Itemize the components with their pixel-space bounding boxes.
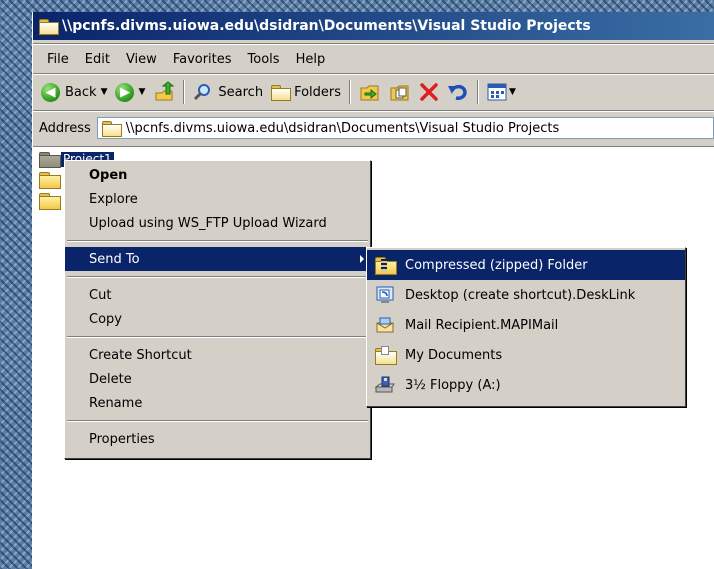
folder-icon[interactable]: [39, 172, 61, 189]
delete-button[interactable]: [415, 79, 443, 105]
address-label: Address: [39, 120, 91, 136]
move-to-button[interactable]: [355, 79, 385, 105]
menu-separator: [67, 240, 368, 242]
views-grid-icon: [487, 83, 507, 101]
menu-item-delete[interactable]: Delete: [65, 367, 370, 391]
zip-folder-icon: [375, 256, 397, 275]
menu-view[interactable]: View: [118, 52, 165, 67]
menu-item-create-shortcut[interactable]: Create Shortcut: [65, 343, 370, 367]
menu-bar: File Edit View Favorites Tools Help: [33, 46, 714, 72]
back-button[interactable]: ◀ Back ▼: [37, 79, 111, 105]
menu-tools[interactable]: Tools: [240, 52, 288, 67]
up-folder-icon: [155, 81, 175, 101]
sendto-floppy[interactable]: 3½ Floppy (A:): [367, 370, 685, 400]
menu-item-properties[interactable]: Properties: [65, 427, 370, 451]
delete-x-icon: [420, 83, 438, 101]
my-documents-folder-icon: [375, 346, 397, 365]
sendto-label: Compressed (zipped) Folder: [405, 257, 588, 273]
menu-item-copy[interactable]: Copy: [65, 307, 370, 331]
search-button[interactable]: Search: [189, 79, 267, 105]
forward-dropdown-icon[interactable]: ▼: [138, 87, 145, 97]
menu-item-upload-ws-ftp[interactable]: Upload using WS_FTP Upload Wizard: [65, 211, 370, 235]
folder-icon[interactable]: [39, 193, 61, 210]
menu-item-explore[interactable]: Explore: [65, 187, 370, 211]
menu-help[interactable]: Help: [288, 52, 334, 67]
address-input[interactable]: \\pcnfs.divms.uiowa.edu\dsidran\Document…: [96, 117, 714, 139]
address-value: \\pcnfs.divms.uiowa.edu\dsidran\Document…: [125, 120, 560, 136]
send-to-label: Send To: [89, 251, 140, 267]
desktop-shortcut-icon: [375, 286, 395, 304]
menubar-divider: [33, 43, 714, 45]
mail-envelope-icon: [375, 316, 395, 334]
sendto-label: Mail Recipient.MAPIMail: [405, 317, 559, 333]
sendto-label: Desktop (create shortcut).DeskLink: [405, 287, 636, 303]
submenu-arrow-icon: [360, 255, 364, 263]
menu-favorites[interactable]: Favorites: [165, 52, 240, 67]
undo-icon: [448, 84, 467, 100]
forward-button[interactable]: ▶ ▼: [111, 79, 149, 105]
menu-edit[interactable]: Edit: [77, 52, 118, 67]
up-folder-button[interactable]: [149, 79, 179, 105]
context-menu: Open Explore Upload using WS_FTP Upload …: [64, 160, 371, 459]
sendto-label: 3½ Floppy (A:): [405, 377, 501, 393]
search-icon: [194, 84, 211, 101]
toolbar-separator: [183, 80, 186, 104]
folders-button[interactable]: Folders: [267, 79, 345, 105]
toolbar-divider: [33, 73, 714, 75]
folders-icon: [271, 85, 292, 101]
forward-arrow-icon: ▶: [115, 82, 135, 102]
views-dropdown-icon[interactable]: ▼: [509, 87, 516, 97]
sendto-mail-recipient[interactable]: Mail Recipient.MAPIMail: [367, 310, 685, 340]
toolbar-separator: [477, 80, 480, 104]
folder-open-icon: [101, 121, 122, 137]
folder-open-icon: [39, 19, 59, 35]
move-to-icon: [360, 85, 379, 101]
folders-label: Folders: [294, 84, 342, 100]
send-to-submenu: Compressed (zipped) Folder Desktop (crea…: [366, 247, 686, 407]
back-label: Back: [65, 84, 97, 100]
menu-item-send-to[interactable]: Send To: [65, 247, 370, 271]
menu-item-rename[interactable]: Rename: [65, 391, 370, 415]
address-divider: [33, 110, 714, 112]
address-bar: Address \\pcnfs.divms.uiowa.edu\dsidran\…: [33, 114, 714, 142]
menu-separator: [67, 336, 368, 338]
back-dropdown-icon[interactable]: ▼: [101, 87, 108, 97]
sendto-label: My Documents: [405, 347, 503, 363]
undo-button[interactable]: [443, 79, 473, 105]
folder-icon: [39, 151, 61, 169]
sendto-compressed-folder[interactable]: Compressed (zipped) Folder: [367, 250, 685, 280]
menu-file[interactable]: File: [39, 52, 77, 67]
sendto-desktop[interactable]: Desktop (create shortcut).DeskLink: [367, 280, 685, 310]
back-arrow-icon: ◀: [41, 82, 60, 102]
menu-separator: [67, 420, 368, 422]
search-label: Search: [218, 84, 264, 100]
menu-item-cut[interactable]: Cut: [65, 283, 370, 307]
floppy-drive-icon: [374, 376, 395, 394]
toolbar: ◀ Back ▼ ▶ ▼ Search Folders ▼: [33, 76, 714, 108]
sendto-my-documents[interactable]: My Documents: [367, 340, 685, 370]
title-bar[interactable]: \\pcnfs.divms.uiowa.edu\dsidran\Document…: [33, 12, 714, 40]
copy-to-button[interactable]: [385, 79, 415, 105]
window-title: \\pcnfs.divms.uiowa.edu\dsidran\Document…: [62, 18, 591, 34]
views-button[interactable]: ▼: [483, 79, 520, 105]
toolbar-separator: [349, 80, 352, 104]
menu-item-open[interactable]: Open: [65, 163, 370, 187]
menu-separator: [67, 276, 368, 278]
copy-to-icon: [390, 85, 409, 101]
